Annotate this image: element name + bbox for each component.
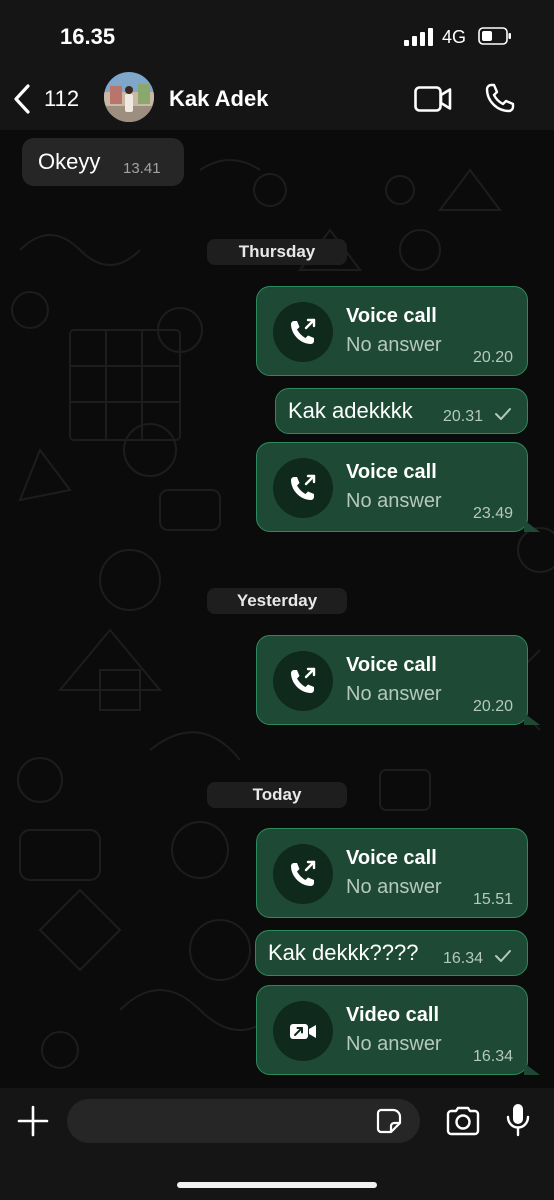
- message-time: 13.41: [123, 160, 161, 177]
- call-type: Voice call: [346, 654, 437, 676]
- sticker-icon[interactable]: [375, 1107, 403, 1135]
- composer-bar: [0, 1088, 554, 1200]
- contact-name[interactable]: Kak Adek: [169, 86, 268, 112]
- phone-outgoing-icon: [291, 318, 316, 344]
- chevron-left-icon[interactable]: [12, 82, 32, 116]
- call-type: Voice call: [346, 847, 437, 869]
- video-camera-icon[interactable]: [414, 86, 452, 112]
- call-status: No answer: [346, 876, 442, 898]
- message-time: 16.34: [472, 1048, 513, 1065]
- status-time: 16.35: [60, 24, 116, 49]
- cellular-signal-icon: [404, 28, 433, 46]
- date-separator: Thursday: [207, 239, 347, 265]
- bubble-tail: [524, 1063, 540, 1075]
- avatar[interactable]: [104, 72, 154, 122]
- outgoing-message[interactable]: Kak dekkk???? 16.34: [255, 930, 528, 976]
- message-text: Kak dekkk????: [268, 940, 419, 965]
- call-type: Voice call: [346, 461, 437, 483]
- chat-scroll-area[interactable]: Okeyy 13.41 Thursday Voice call No answe…: [0, 130, 554, 1088]
- message-time: 23.49: [472, 505, 513, 522]
- home-indicator: [177, 1182, 377, 1188]
- message-time: 20.20: [472, 349, 513, 366]
- message-time: 20.20: [472, 698, 513, 715]
- date-separator: Today: [207, 782, 347, 808]
- phone-outgoing-icon: [291, 474, 316, 500]
- microphone-icon[interactable]: [505, 1102, 531, 1138]
- missed-voice-call[interactable]: Voice call No answer 15.51: [256, 828, 528, 918]
- message-input[interactable]: [67, 1099, 420, 1143]
- checkmark-icon: [495, 408, 511, 420]
- bubble-tail: [524, 713, 540, 725]
- call-status: No answer: [346, 334, 442, 356]
- checkmark-icon: [495, 950, 511, 962]
- call-type: Video call: [346, 1004, 440, 1026]
- call-status: No answer: [346, 683, 442, 705]
- phone-icon[interactable]: [484, 82, 516, 114]
- video-call-icon: [290, 1024, 316, 1039]
- incoming-message[interactable]: Okeyy 13.41: [22, 138, 184, 186]
- battery-icon: [478, 27, 511, 45]
- call-type: Voice call: [346, 305, 437, 327]
- missed-video-call[interactable]: Video call No answer 16.34: [256, 985, 528, 1075]
- phone-outgoing-icon: [291, 860, 316, 886]
- phone-outgoing-icon: [291, 667, 316, 693]
- status-bar: 16.35 4G: [0, 0, 554, 72]
- message-text: Okeyy: [38, 149, 101, 174]
- network-type: 4G: [442, 27, 467, 47]
- unread-count[interactable]: 112: [44, 86, 79, 112]
- message-time: 16.34: [443, 950, 484, 967]
- call-status: No answer: [346, 1033, 442, 1055]
- missed-voice-call[interactable]: Voice call No answer 23.49: [256, 442, 528, 532]
- message-text: Kak adekkkk: [288, 398, 413, 423]
- camera-icon[interactable]: [445, 1106, 481, 1136]
- bubble-tail: [524, 520, 540, 532]
- chat-header: 112 Kak Adek: [0, 72, 554, 130]
- outgoing-message[interactable]: Kak adekkkk 20.31: [275, 388, 528, 434]
- missed-voice-call[interactable]: Voice call No answer 20.20: [256, 635, 528, 725]
- message-time: 15.51: [472, 891, 513, 908]
- plus-icon[interactable]: [16, 1104, 50, 1138]
- missed-voice-call[interactable]: Voice call No answer 20.20: [256, 286, 528, 376]
- date-separator: Yesterday: [207, 588, 347, 614]
- message-time: 20.31: [443, 408, 484, 425]
- call-status: No answer: [346, 490, 442, 512]
